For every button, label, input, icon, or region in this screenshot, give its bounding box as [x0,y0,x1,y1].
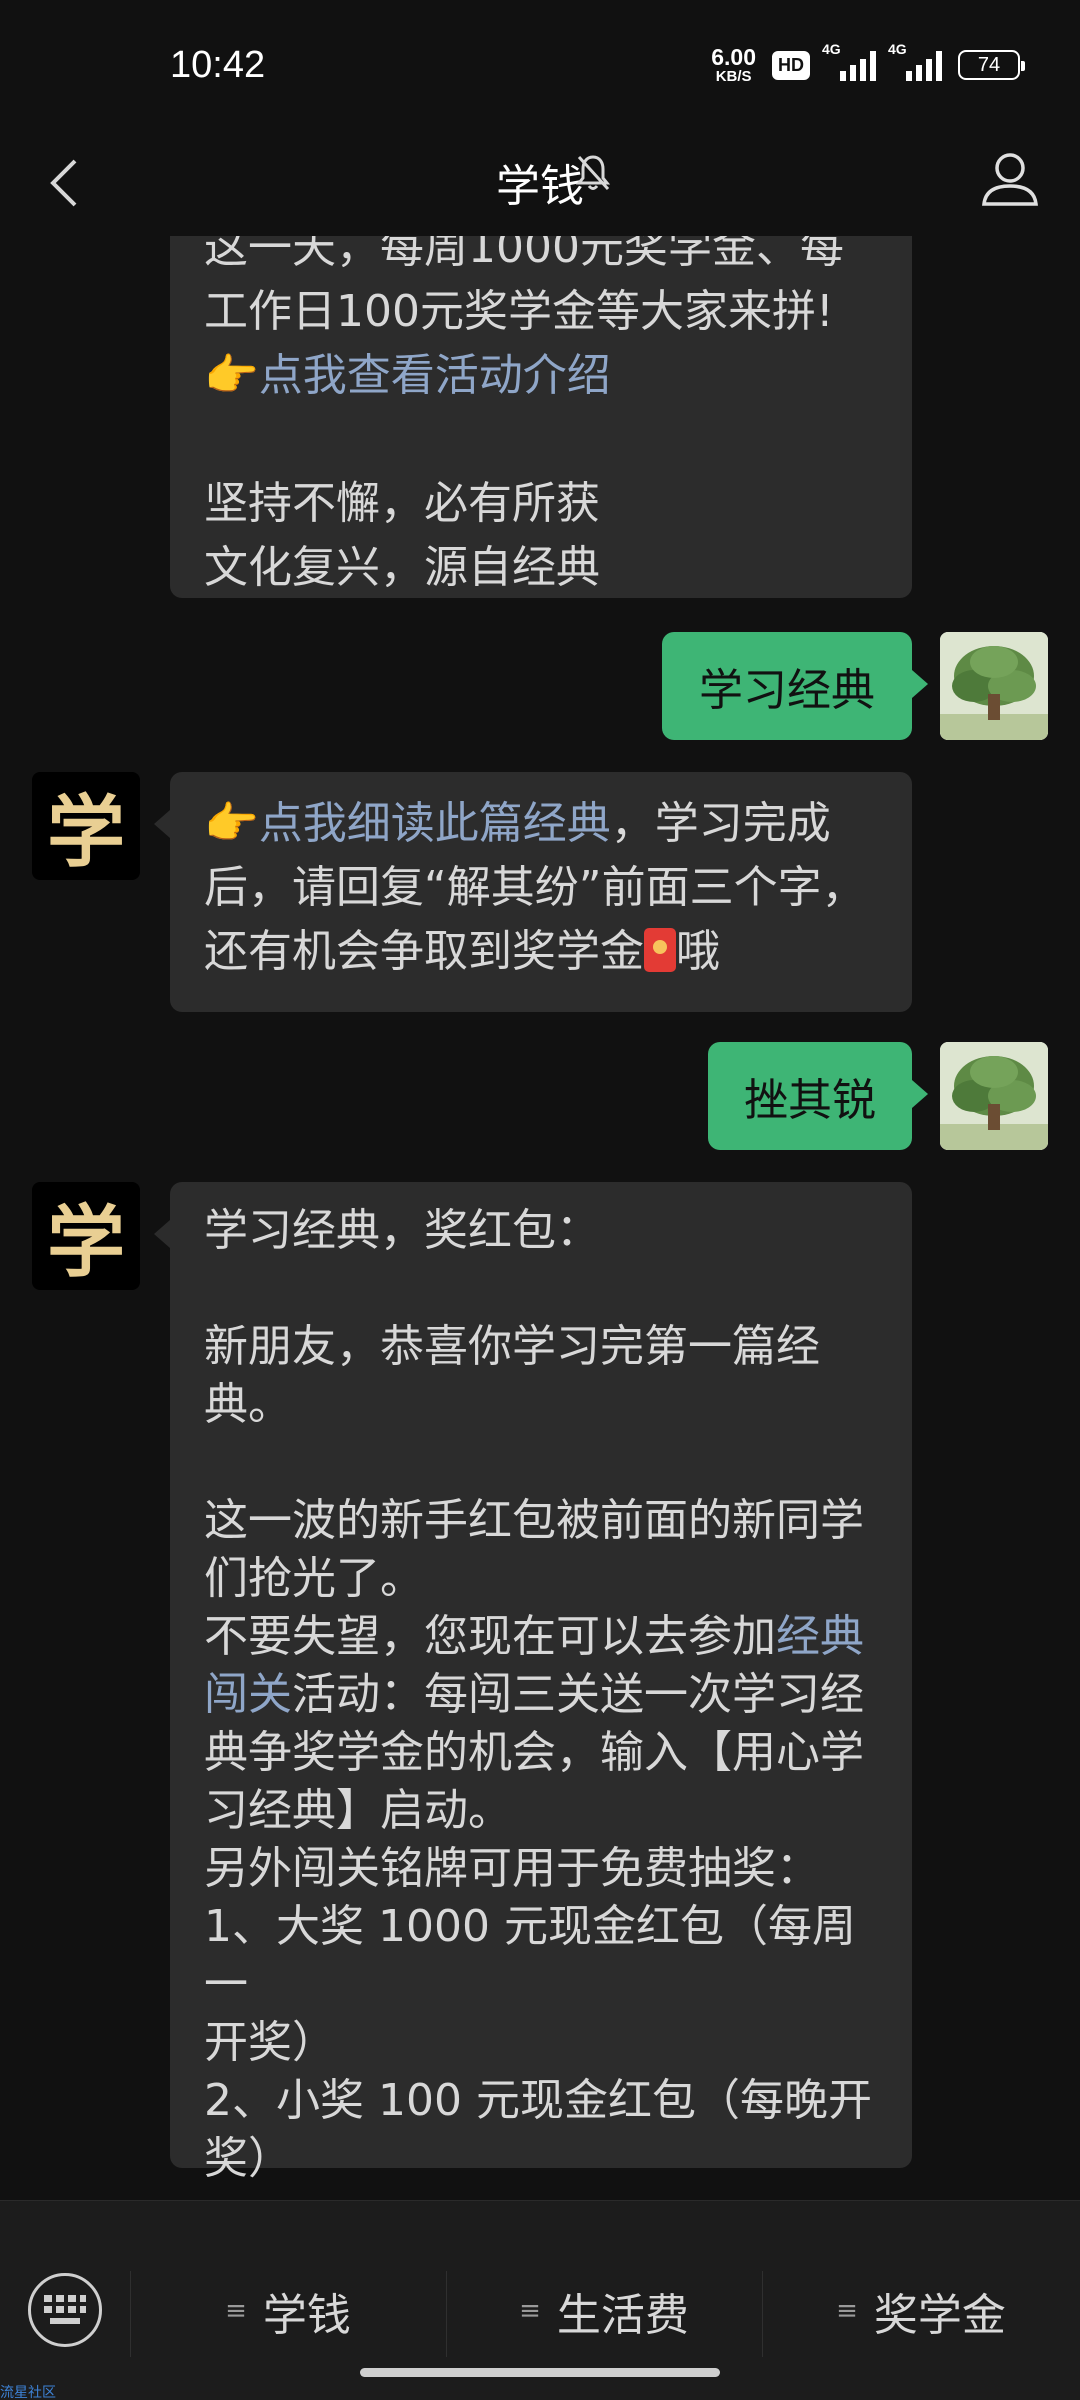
tree-avatar-icon [940,632,1048,740]
message-text: 新朋友，恭喜你学习完第一篇经 [204,1321,820,1372]
bot-avatar[interactable]: 学 [32,772,140,880]
message-text: 文化复兴，源自经典 [204,542,600,593]
message-line: 还有机会争取到奖学金哦 [204,920,878,984]
red-envelope-icon [644,928,676,972]
message-text: 们抢光了。 [204,1553,424,1604]
message-text: 开奖） [204,2017,336,2068]
message-text: 奖） [204,2133,292,2184]
home-indicator[interactable] [360,2368,720,2377]
status-bar: 10:42 6.00 KB/S HD 4G 4G 74 [0,0,1080,130]
bot-message-2: 👉点我细读此篇经典，学习完成 后，请回复“解其纷”前面三个字， 还有机会争取到奖… [154,772,912,1012]
signal-2-icon: 4G [888,41,942,81]
read-classic-link[interactable]: 点我细读此篇经典 [259,798,611,849]
menu-lines-icon: ≡ [225,2296,247,2326]
menu-item-label: 学钱 [262,2290,351,2341]
nav-bar: 学钱 [0,130,1080,236]
menu-item-label: 生活费 [556,2290,689,2341]
message-text: 坚持不懈，必有所获 [204,478,600,529]
bot-message-3: 学习经典，奖红包： 新朋友，恭喜你学习完第一篇经 典。 这一波的新手红包被前面的… [154,1182,912,2184]
bell-muted-icon [574,152,612,196]
message-text: 这一波的新手红包被前面的新同学 [204,1495,864,1546]
tree-avatar-icon [940,1042,1048,1150]
menu-lines-icon: ≡ [836,2296,858,2326]
pointing-hand-icon: 👉 [204,798,259,849]
activity-intro-link[interactable]: 点我查看活动介绍 [259,350,611,401]
watermark: 流星社区 [0,2384,56,2400]
menu-item-xueqian[interactable]: ≡ 学钱 [130,2251,446,2371]
message-text: 学习经典，奖红包： [204,1205,600,1256]
message-text: 这一天，每周1000元奖学金、每 [204,236,844,273]
chat-area[interactable]: 这一天，每周1000元奖学金、每 工作日100元奖学金等大家来拼! 👉点我查看活… [0,236,1080,2200]
user-avatar[interactable] [940,1042,1048,1150]
bot-avatar[interactable]: 学 [32,1182,140,1290]
menu-lines-icon: ≡ [519,2296,541,2326]
signal-1-icon: 4G [822,41,876,81]
status-icons: 6.00 KB/S HD 4G 4G 74 [711,41,1025,85]
net-speed-value: 6.00 [711,44,756,70]
user-avatar[interactable] [940,632,1048,740]
message-text: 后，请回复“解其纷”前面三个字， [204,862,866,913]
message-text: 工作日100元奖学金等大家来拼! [204,286,834,337]
chat-title: 学钱 [496,161,584,212]
my-message-1: 学习经典 [662,632,928,740]
my-message-2: 挫其锐 [708,1042,928,1150]
classic-challenge-link[interactable]: 经典 [776,1611,864,1662]
message-text: ，学习完成 [610,798,831,849]
status-time: 10:42 [170,44,266,86]
message-line: 👉点我细读此篇经典，学习完成 [204,792,878,856]
net-speed: 6.00 KB/S [711,44,756,85]
menu-item-label: 奖学金 [873,2290,1006,2341]
battery-icon: 74 [958,50,1025,80]
menu-item-scholarship[interactable]: ≡ 奖学金 [762,2251,1080,2371]
message-text: 习经典】启动。 [204,1785,512,1836]
message-text: 典争奖学金的机会，输入【用心学 [204,1727,864,1778]
menu-item-living-expenses[interactable]: ≡ 生活费 [446,2251,762,2371]
message-text: 另外闯关铭牌可用于免费抽奖： [204,1843,820,1894]
message-text: 典。 [204,1379,292,1430]
pointing-hand-icon: 👉 [204,350,259,401]
message-line: 不要失望，您现在可以去参加经典 [204,1611,864,1662]
classic-challenge-link[interactable]: 闯关 [204,1669,292,1720]
message-text: 2、小奖 100 元现金红包（每晚开 [204,2075,872,2126]
keyboard-icon[interactable] [28,2273,102,2347]
message-text: 哦 [676,926,720,977]
person-icon[interactable] [978,148,1042,212]
hd-badge: HD [772,50,810,80]
bot-message-1: 这一天，每周1000元奖学金、每 工作日100元奖学金等大家来拼! 👉点我查看活… [170,236,912,598]
message-line: 👉点我查看活动介绍 [204,344,878,408]
net-speed-unit: KB/S [715,68,752,85]
message-line: 闯关活动：每闯三关送一次学习经 [204,1669,864,1720]
message-text: 1、大奖 1000 元现金红包（每周一 [204,1901,856,2010]
message-text: 还有机会争取到奖学金 [204,926,644,977]
